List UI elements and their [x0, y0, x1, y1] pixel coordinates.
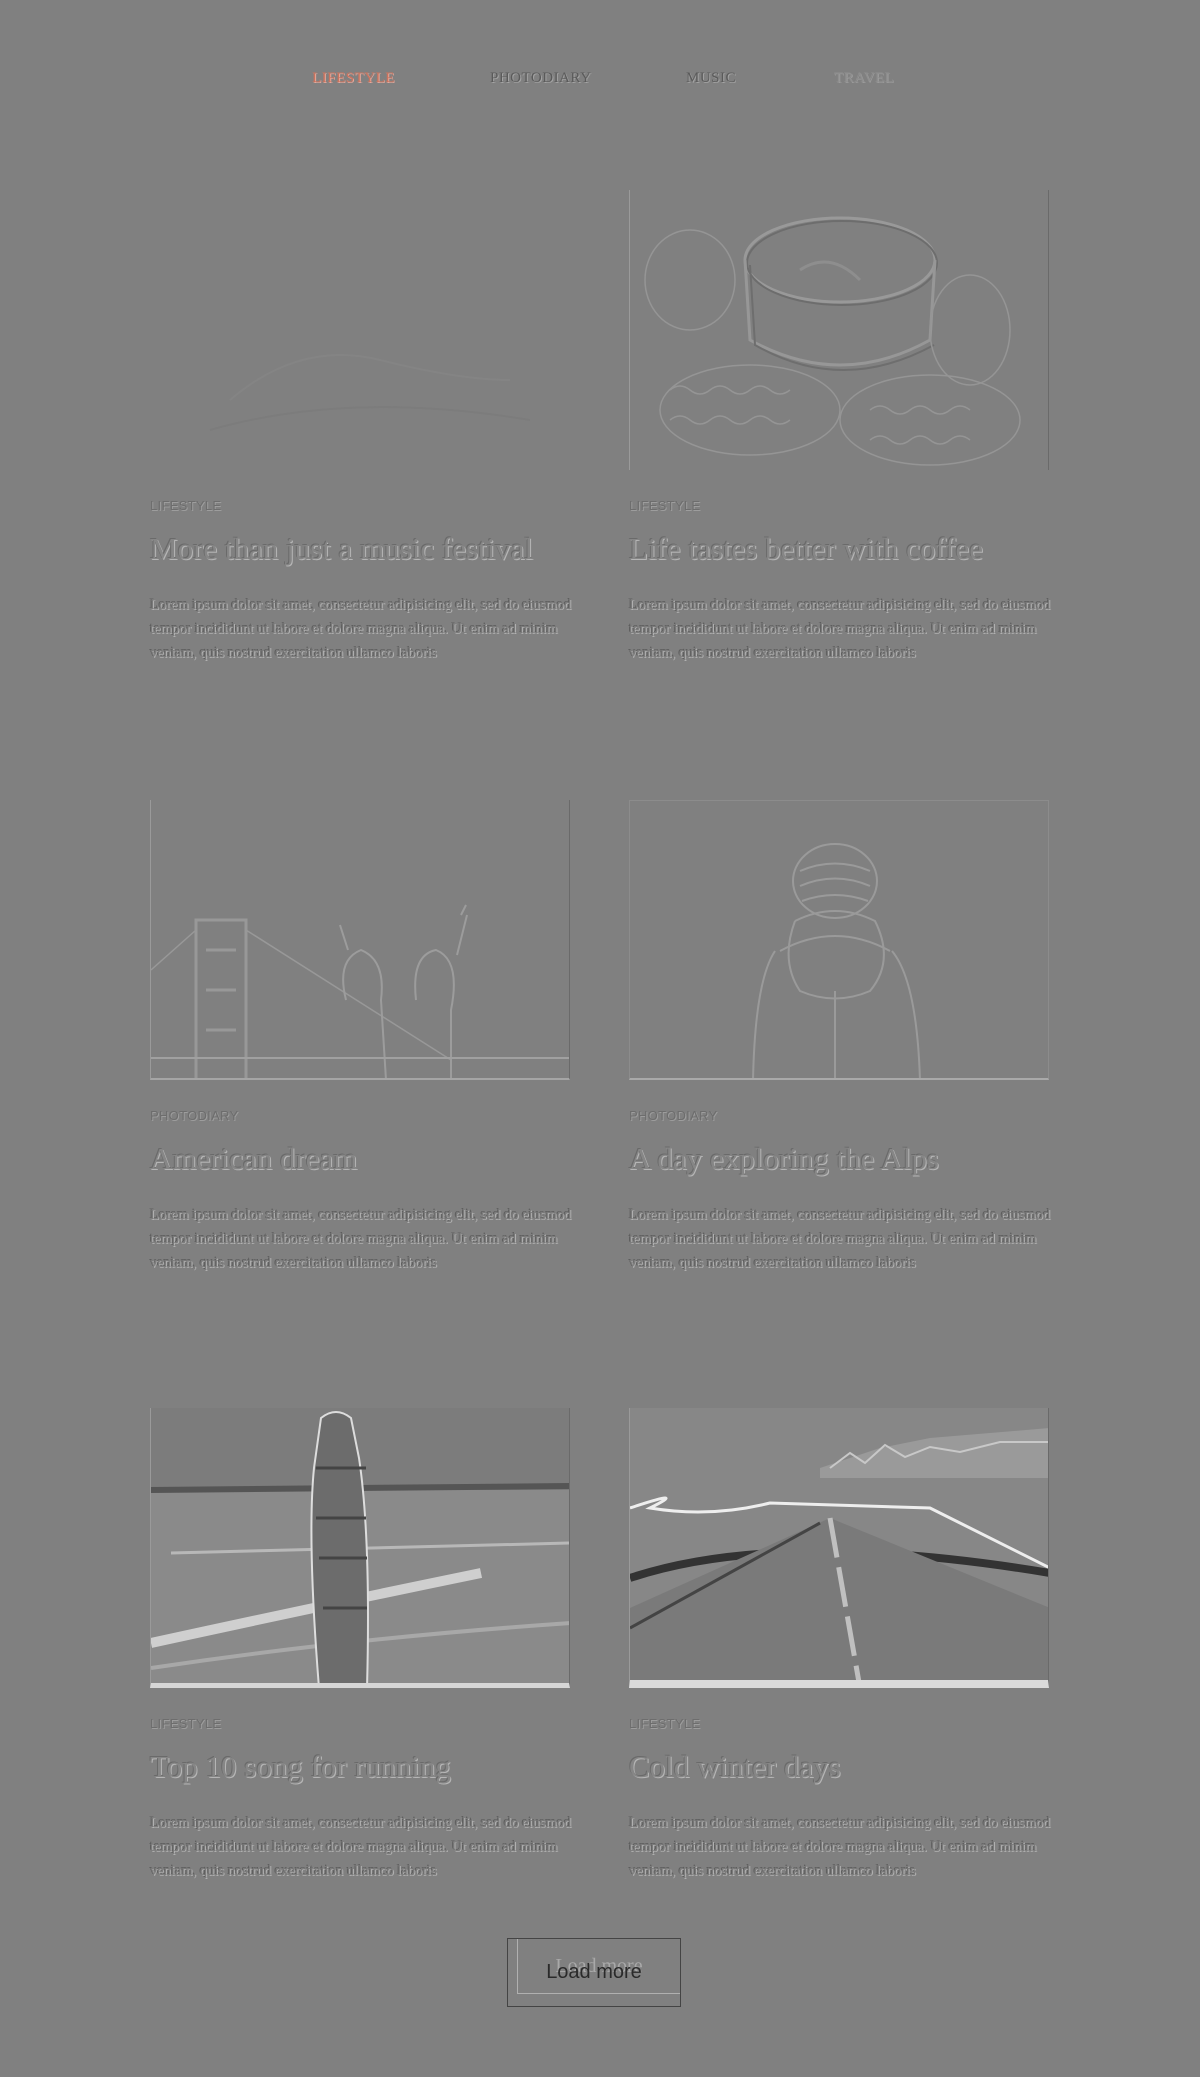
post-category: LIFESTYLE — [150, 1716, 222, 1731]
post-category: LIFESTYLE — [629, 498, 701, 513]
bridge-image-graphic — [151, 904, 569, 1078]
nav-item-travel[interactable]: TRAVEL — [834, 70, 894, 87]
post-card[interactable]: LIFESTYLE More than just a music festiva… — [150, 190, 572, 665]
post-title[interactable]: American dream — [150, 1141, 572, 1177]
post-card[interactable]: LIFESTYLE Top 10 song for running Lorem … — [150, 1408, 572, 1883]
category-nav: LIFESTYLE PHOTODIARY MUSIC TRAVEL — [0, 70, 1200, 100]
post-excerpt: Lorem ipsum dolor sit amet, consectetur … — [629, 1207, 1051, 1271]
road-image-graphic — [630, 1428, 1048, 1680]
post-category: LIFESTYLE — [629, 1716, 701, 1731]
post-excerpt: Lorem ipsum dolor sit amet, consectetur … — [629, 1815, 1051, 1879]
post-category: LIFESTYLE — [150, 498, 222, 513]
post-category: PHOTODIARY — [150, 1108, 239, 1123]
post-excerpt: Lorem ipsum dolor sit amet, consectetur … — [150, 1815, 572, 1879]
post-title[interactable]: Life tastes better with coffee — [629, 531, 1051, 567]
post-title[interactable]: A day exploring the Alps — [629, 1141, 1051, 1177]
post-card[interactable]: LIFESTYLE Life tastes better with coffee… — [629, 190, 1051, 665]
post-excerpt: Lorem ipsum dolor sit amet, consectetur … — [150, 597, 572, 661]
post-excerpt: Lorem ipsum dolor sit amet, consectetur … — [629, 597, 1051, 661]
post-title[interactable]: Cold winter days — [629, 1749, 1051, 1785]
post-image-coffee[interactable] — [629, 190, 1049, 470]
post-title[interactable]: More than just a music festival — [150, 531, 572, 567]
post-image-winter[interactable] — [629, 1408, 1049, 1688]
post-image-running[interactable] — [150, 1408, 570, 1688]
nav-item-photodiary[interactable]: PHOTODIARY — [490, 70, 591, 87]
post-excerpt: Lorem ipsum dolor sit amet, consectetur … — [150, 1207, 572, 1271]
nav-item-music[interactable]: MUSIC — [686, 70, 736, 87]
post-image-alps[interactable] — [629, 800, 1049, 1080]
post-title[interactable]: Top 10 song for running — [150, 1749, 572, 1785]
hiker-image-graphic — [752, 843, 921, 1078]
post-image-music-festival[interactable] — [150, 190, 570, 470]
nav-item-lifestyle[interactable]: LIFESTYLE — [312, 70, 395, 87]
runner-image-graphic — [151, 1411, 569, 1683]
coffee-image-graphic — [644, 216, 1021, 466]
festival-image-graphic — [209, 354, 531, 431]
post-card[interactable]: LIFESTYLE Cold winter days Lorem ipsum d… — [629, 1408, 1051, 1883]
post-card[interactable]: PHOTODIARY A day exploring the Alps Lore… — [629, 800, 1051, 1275]
post-image-american-dream[interactable] — [150, 800, 570, 1080]
post-category: PHOTODIARY — [629, 1108, 718, 1123]
post-card[interactable]: PHOTODIARY American dream Lorem ipsum do… — [150, 800, 572, 1275]
load-more-button[interactable]: Load more — [507, 1938, 681, 2007]
